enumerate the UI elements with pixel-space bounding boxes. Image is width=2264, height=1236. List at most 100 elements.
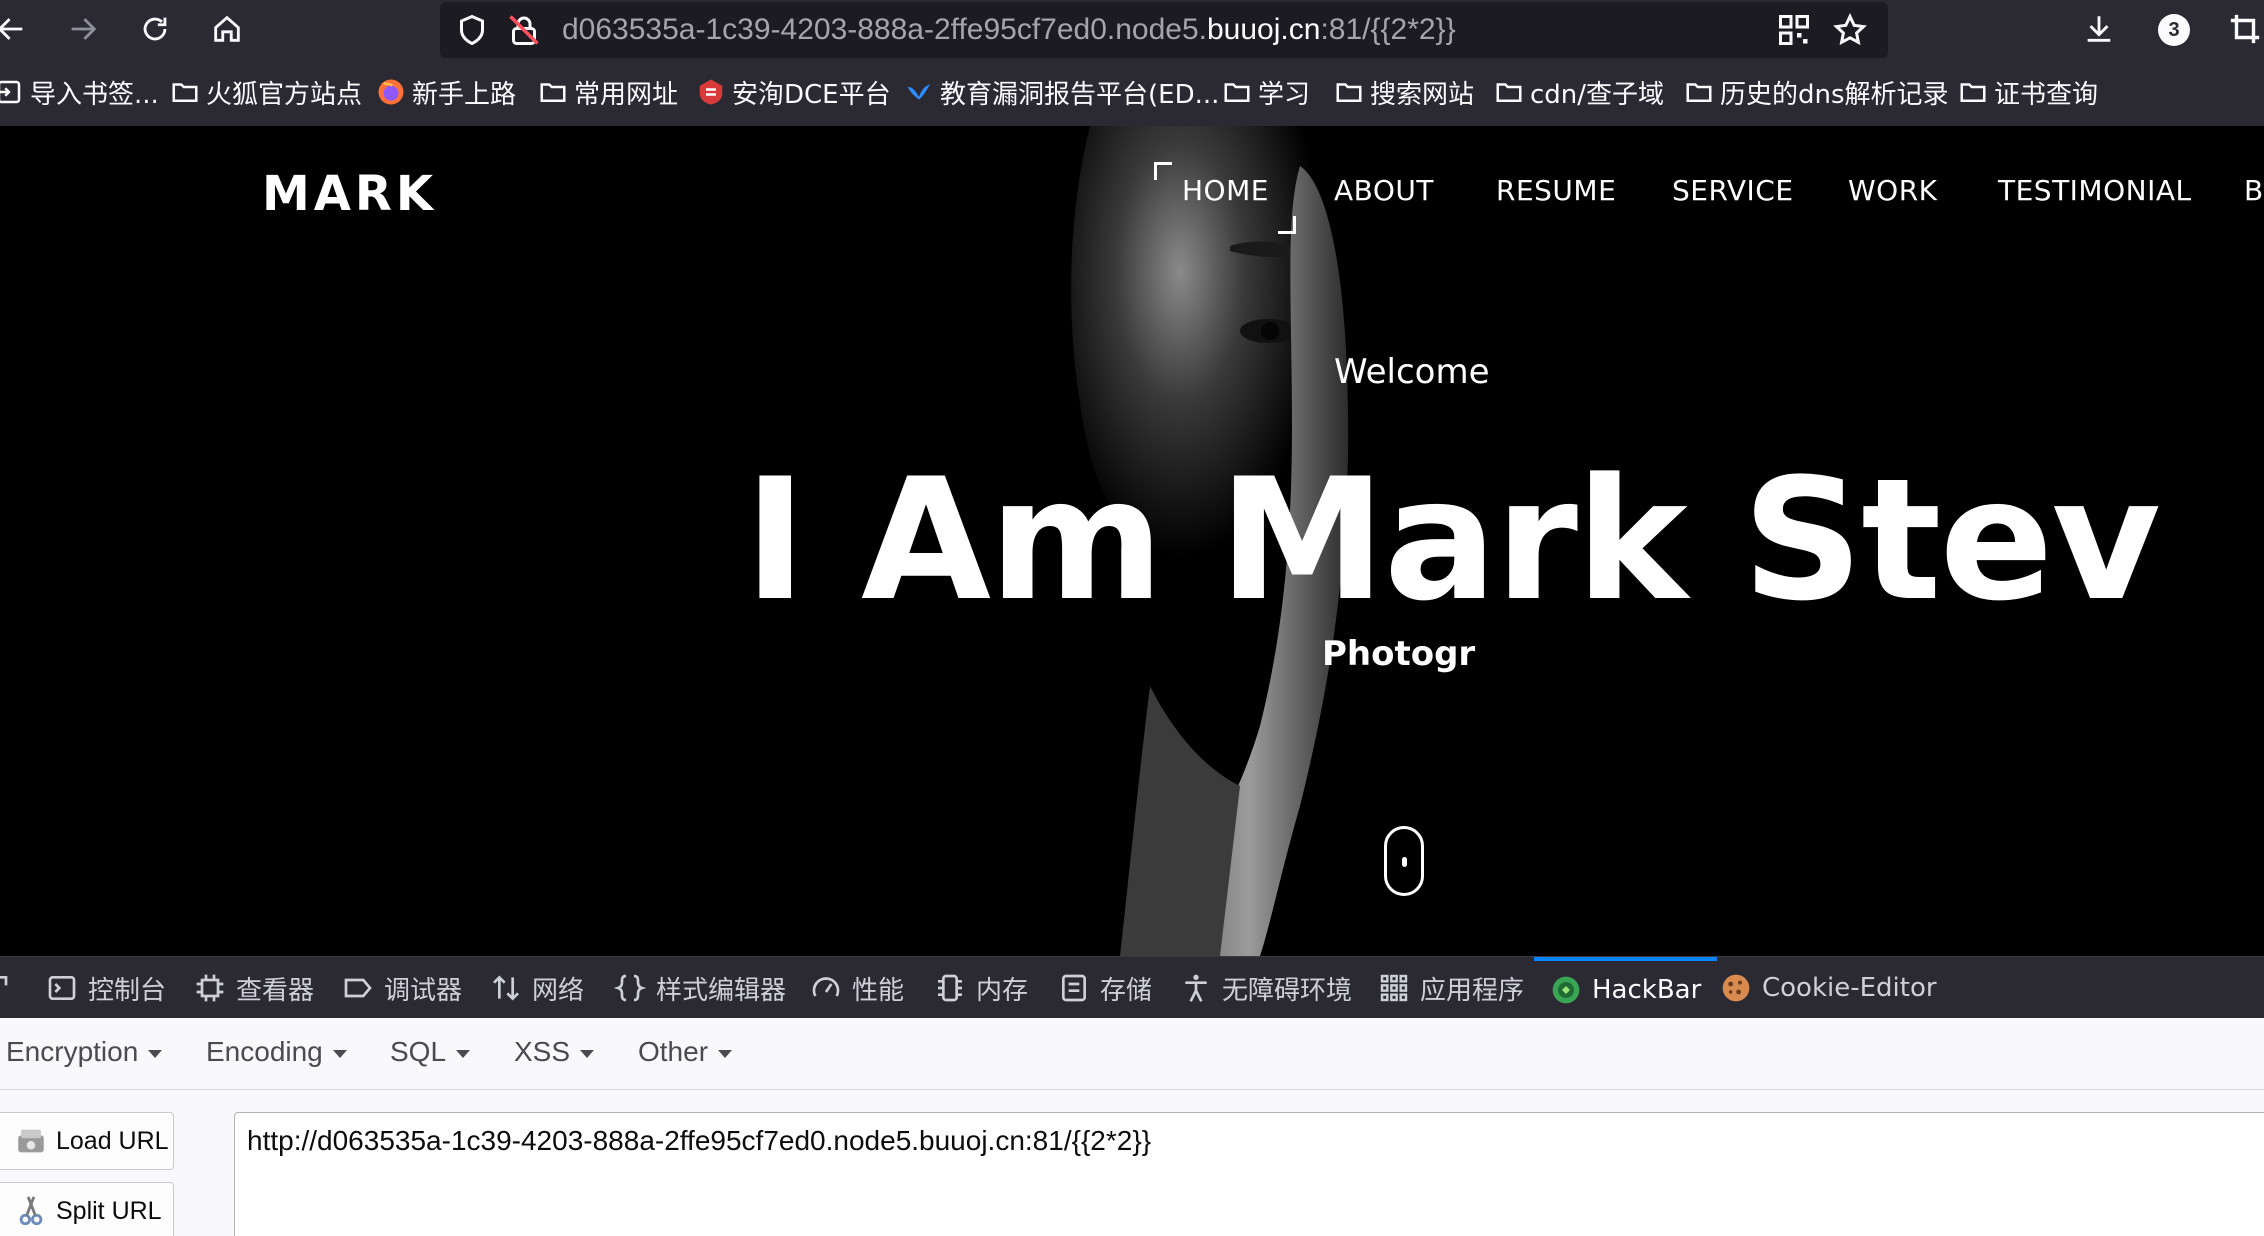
- folder-icon: [1686, 83, 1712, 102]
- extension-badge[interactable]: 3: [2158, 14, 2190, 46]
- bookmark-folder-study[interactable]: 学习: [1222, 72, 1310, 112]
- back-button[interactable]: [0, 6, 34, 52]
- cookie-icon: [1722, 974, 1750, 1002]
- tab-hackbar[interactable]: HackBar: [1534, 957, 1718, 1019]
- storage-icon: [1062, 974, 1086, 1002]
- site-logo[interactable]: MARK: [262, 166, 437, 222]
- braces-icon: [614, 974, 646, 1002]
- arrow-right-icon: [71, 18, 97, 40]
- downloads-button[interactable]: [2078, 8, 2120, 50]
- caret-down-icon: [332, 1049, 347, 1058]
- shield-logo-icon: [699, 79, 723, 105]
- bookmarks-bar: 导入书签... 火狐官方站点 新手上路 常用网址 安洵DCE平台 教育漏洞报告平…: [0, 58, 2264, 126]
- tab-inspector[interactable]: 查看器: [194, 957, 314, 1019]
- hero-headline: I Am Mark Stev: [744, 442, 2161, 638]
- crop-icon: [2230, 14, 2260, 44]
- tab-memory[interactable]: 内存: [934, 957, 1028, 1019]
- tab-performance[interactable]: 性能: [810, 957, 904, 1019]
- url-bar[interactable]: d063535a-1c39-4203-888a-2ffe95cf7ed0.nod…: [440, 2, 1888, 58]
- menu-encoding[interactable]: Encoding: [206, 1036, 347, 1068]
- bookmark-folder-search-sites[interactable]: 搜索网站: [1334, 72, 1474, 112]
- caret-down-icon: [580, 1049, 595, 1058]
- nav-link-home[interactable]: HOME: [1182, 174, 1269, 207]
- load-url-button[interactable]: Load URL: [0, 1112, 174, 1170]
- hero-subtitle: Photogr: [1322, 634, 1476, 674]
- active-nav-bracket: [1278, 216, 1296, 234]
- reload-icon: [143, 17, 167, 41]
- tab-accessibility[interactable]: 无障碍环境: [1180, 957, 1352, 1019]
- folder-icon: [1496, 83, 1522, 102]
- bookmark-folder-cdn-subdomain[interactable]: cdn/查子域: [1494, 72, 1664, 112]
- caret-down-icon: [148, 1049, 163, 1058]
- import-icon: [0, 80, 21, 104]
- insecure-lock-icon[interactable]: [506, 12, 542, 48]
- screenshot-button[interactable]: [2224, 8, 2264, 50]
- folder-icon: [1960, 83, 1986, 102]
- tab-storage[interactable]: 存储: [1058, 957, 1152, 1019]
- nav-link-blog[interactable]: B: [2244, 174, 2264, 207]
- tab-debugger[interactable]: 调试器: [342, 957, 462, 1019]
- home-button[interactable]: [204, 6, 250, 52]
- arrow-left-icon: [0, 18, 23, 40]
- caret-down-icon: [456, 1049, 471, 1058]
- hackbar-menu: Encryption Encoding SQL XSS Other: [0, 1018, 2264, 1090]
- folder-icon: [1336, 83, 1362, 102]
- shield-icon: [460, 14, 484, 46]
- download-icon: [2087, 16, 2111, 42]
- load-url-icon: [18, 1129, 44, 1153]
- bookmark-folder-cert-lookup[interactable]: 证书查询: [1958, 72, 2098, 112]
- nav-link-resume[interactable]: RESUME: [1496, 174, 1616, 207]
- element-picker-icon: [0, 976, 8, 986]
- inspector-icon: [196, 974, 224, 1002]
- bookmark-anxun-dce[interactable]: 安洵DCE平台: [696, 72, 891, 112]
- nav-link-work[interactable]: WORK: [1848, 174, 1938, 207]
- folder-icon: [540, 83, 566, 102]
- url-text[interactable]: d063535a-1c39-4203-888a-2ffe95cf7ed0.nod…: [562, 13, 1456, 47]
- menu-sql[interactable]: SQL: [390, 1036, 471, 1068]
- grid-icon: [1380, 974, 1408, 1002]
- url-textarea[interactable]: http://d063535a-1c39-4203-888a-2ffe95cf7…: [234, 1112, 2264, 1236]
- active-nav-bracket: [1154, 162, 1172, 180]
- qr-code-icon[interactable]: [1776, 12, 1812, 48]
- firefox-icon: [378, 79, 404, 105]
- tab-cookie-editor[interactable]: Cookie-Editor: [1720, 957, 1937, 1019]
- memory-chip-icon: [938, 974, 962, 1002]
- scroll-mouse-icon[interactable]: [1384, 826, 1424, 896]
- hackbar-logo-icon: [1552, 976, 1580, 1004]
- star-icon[interactable]: [1832, 12, 1868, 48]
- bookmark-folder-common-sites[interactable]: 常用网址: [538, 72, 678, 112]
- bookmark-edu-vuln-platform[interactable]: 教育漏洞报告平台(ED...: [904, 72, 1219, 112]
- menu-encryption[interactable]: Encryption: [6, 1036, 163, 1068]
- tab-style-editor[interactable]: 样式编辑器: [614, 957, 786, 1019]
- gauge-icon: [812, 977, 840, 997]
- hackbar-panel: Encryption Encoding SQL XSS Other Load U…: [0, 1018, 2264, 1236]
- browser-toolbar: d063535a-1c39-4203-888a-2ffe95cf7ed0.nod…: [0, 0, 2264, 58]
- menu-xss[interactable]: XSS: [514, 1036, 595, 1068]
- home-icon: [214, 15, 240, 42]
- devtools-picker-button[interactable]: [0, 957, 24, 1019]
- scissors-icon: [19, 1196, 43, 1226]
- bookmark-folder-firefox-official[interactable]: 火狐官方站点: [170, 72, 362, 112]
- menu-other[interactable]: Other: [638, 1036, 733, 1068]
- accessibility-icon: [1185, 974, 1207, 1002]
- mouse-wheel: [1402, 857, 1407, 867]
- bookmark-folder-dns-history[interactable]: 历史的dns解析记录: [1684, 72, 1949, 112]
- bookmark-import[interactable]: 导入书签...: [0, 72, 159, 112]
- devtools-tabbar: 控制台 查看器 调试器 网络 样式编辑器 性能 内存 存储 无障碍环境 应用程序…: [0, 956, 2264, 1018]
- tab-application[interactable]: 应用程序: [1378, 957, 1524, 1019]
- console-icon: [48, 976, 76, 1000]
- network-icon: [493, 975, 519, 1001]
- nav-link-service[interactable]: SERVICE: [1672, 174, 1794, 207]
- forward-button[interactable]: [60, 6, 106, 52]
- split-url-button[interactable]: Split URL: [0, 1182, 174, 1236]
- web-page: MARK HOME ABOUT RESUME SERVICE WORK TEST…: [0, 126, 2264, 956]
- folder-icon: [1224, 83, 1250, 102]
- reload-button[interactable]: [132, 6, 178, 52]
- caret-down-icon: [718, 1049, 733, 1058]
- nav-link-testimonial[interactable]: TESTIMONIAL: [1998, 174, 2192, 207]
- hero-welcome: Welcome: [1334, 352, 1490, 392]
- tab-console[interactable]: 控制台: [46, 957, 166, 1019]
- tab-network[interactable]: 网络: [490, 957, 584, 1019]
- bookmark-getting-started[interactable]: 新手上路: [376, 72, 516, 112]
- nav-link-about[interactable]: ABOUT: [1334, 174, 1434, 207]
